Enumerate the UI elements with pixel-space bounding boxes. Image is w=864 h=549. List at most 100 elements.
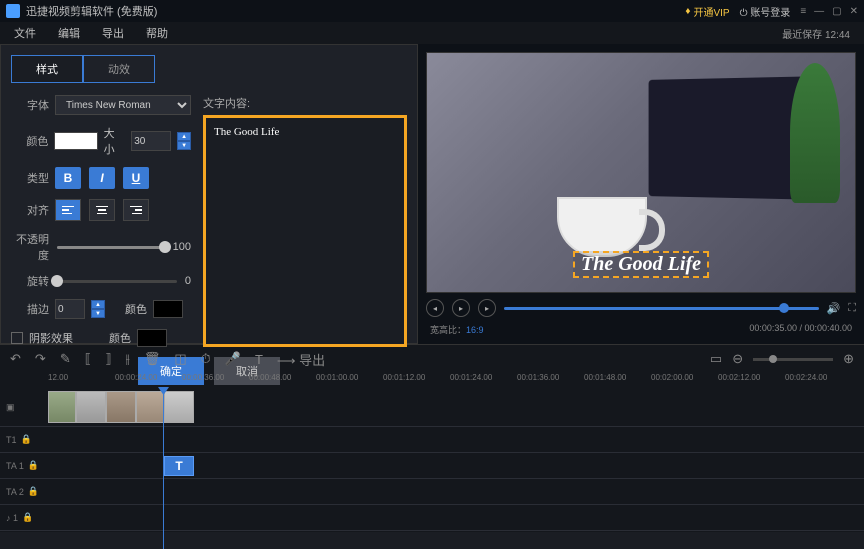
minimize-icon[interactable]: — [814,6,824,17]
menu-icon[interactable]: ≡ [800,6,806,17]
size-label: 大小 [104,125,126,157]
size-down[interactable]: ▼ [177,141,191,150]
align-label: 对齐 [11,202,49,218]
clip-5[interactable] [164,391,194,423]
preview-panel: The Good Life ◂ ▸ ▸ 🔊 ⛶ 宽高比：16:9 00:00:3… [418,44,864,344]
italic-button[interactable]: I [89,167,115,189]
opacity-value: 100 [173,241,191,253]
tab-motion[interactable]: 动效 [83,55,155,83]
timeline-ruler[interactable]: 12.0000:00:24.0000:00:36.0000:00:48.0000… [0,373,864,389]
menu-export[interactable]: 导出 [102,25,124,41]
color-label: 颜色 [11,133,48,149]
voice-icon[interactable]: 🎤 [225,351,241,367]
size-input[interactable] [131,131,171,151]
bold-button[interactable]: B [55,167,81,189]
cut-start-icon[interactable]: ⟦ [85,351,91,367]
type-label: 类型 [11,170,49,186]
rotate-value: 0 [185,275,191,287]
opacity-label: 不透明度 [11,231,49,263]
next-button[interactable]: ▸ [478,299,496,317]
lock-icon[interactable]: 🔒 [21,434,32,445]
menu-help[interactable]: 帮助 [146,25,168,41]
ratio-label: 宽高比： [430,325,466,335]
menu-file[interactable]: 文件 [14,25,36,41]
stroke-up[interactable]: ▲ [91,300,105,309]
vip-button[interactable]: ♦ 开通VIP [685,4,729,19]
clip-3[interactable] [106,391,136,423]
stroke-input[interactable] [55,299,85,319]
ratio-value[interactable]: 16:9 [466,325,484,335]
delete-icon[interactable]: 🗑 [144,351,161,367]
text-content-label: 文字内容: [203,95,407,111]
clip-1[interactable] [48,391,76,423]
track-t1[interactable]: T1🔒 [0,427,864,453]
timeline: ↶ ↷ ✎ ⟦ ⟧ ⫲ 🗑 ◫ ⏱ 🎤 T ⟶ 导出 ▭ ⊖ ⊕ 12.0000… [0,344,864,532]
speed-icon[interactable]: ⏱ [201,351,211,367]
align-right-button[interactable] [123,199,149,221]
font-select[interactable]: Times New Roman [55,95,191,115]
tab-style[interactable]: 样式 [11,55,83,83]
size-up[interactable]: ▲ [177,132,191,141]
track-music[interactable]: ♪ 1🔒 [0,505,864,531]
text-content-box[interactable]: The Good Life [203,115,407,347]
clip-4[interactable] [136,391,164,423]
titlebar: 迅捷视频剪辑软件 (免费版) ♦ 开通VIP ⏻ 账号登录 ≡ — ▢ ✕ [0,0,864,22]
fullscreen-icon[interactable]: ⛶ [848,302,856,315]
text-content-value[interactable]: The Good Life [214,126,396,138]
view-icon[interactable]: ▭ [710,351,722,367]
text-icon[interactable]: T [255,352,263,367]
align-center-button[interactable] [89,199,115,221]
app-icon [6,4,20,18]
prev-button[interactable]: ◂ [426,299,444,317]
close-icon[interactable]: ✕ [850,6,858,17]
export-button[interactable]: ⟶ 导出 [277,350,325,369]
redo-icon[interactable]: ↷ [35,351,46,367]
lock-icon[interactable]: 🔒 [22,512,33,523]
shadow-label: 阴影效果 [29,330,73,346]
volume-icon[interactable]: 🔊 [827,302,841,315]
menu-edit[interactable]: 编辑 [58,25,80,41]
crop-icon[interactable]: ◫ [174,351,186,367]
app-title: 迅捷视频剪辑软件 (免费版) [26,3,157,19]
lock-icon[interactable]: 🔒 [28,486,39,497]
rotate-slider[interactable] [57,280,177,283]
edit-icon[interactable]: ✎ [60,351,71,367]
zoom-slider[interactable] [753,358,833,361]
text-properties-panel: 样式 动效 字体 Times New Roman 颜色 大小 ▲▼ 类型 [0,44,418,344]
underline-button[interactable]: U [123,167,149,189]
time-display: 00:00:35.00 / 00:00:40.00 [749,323,852,336]
playhead[interactable] [163,389,164,549]
text-overlay[interactable]: The Good Life [573,251,709,278]
maximize-icon[interactable]: ▢ [832,6,841,17]
play-button[interactable]: ▸ [452,299,470,317]
stroke-color-label: 颜色 [125,301,147,317]
stroke-color-swatch[interactable] [153,300,183,318]
track-ta1[interactable]: TA 1🔒 T [0,453,864,479]
zoom-out-icon[interactable]: ⊖ [732,351,743,367]
video-track-icon: ▣ [6,402,15,413]
stroke-label: 描边 [11,301,49,317]
text-clip[interactable]: T [164,456,194,476]
progress-bar[interactable] [504,307,819,310]
stroke-down[interactable]: ▼ [91,309,105,318]
undo-icon[interactable]: ↶ [10,351,21,367]
zoom-in-icon[interactable]: ⊕ [843,351,854,367]
shadow-color-swatch[interactable] [137,329,167,347]
login-button[interactable]: ⏻ 账号登录 [740,4,791,19]
clip-2[interactable] [76,391,106,423]
align-left-button[interactable] [55,199,81,221]
lock-icon[interactable]: 🔒 [28,460,39,471]
split-icon[interactable]: ⫲ [126,351,130,367]
shadow-color-label: 颜色 [109,330,131,346]
preview-cup [557,197,647,257]
track-ta2[interactable]: TA 2🔒 [0,479,864,505]
video-track[interactable]: ▣ [0,389,864,427]
font-label: 字体 [11,97,49,113]
text-color-swatch[interactable] [54,132,97,150]
preview-plant [790,63,840,203]
rotate-label: 旋转 [11,273,49,289]
opacity-slider[interactable] [57,246,165,249]
video-preview[interactable]: The Good Life [426,52,856,293]
cut-end-icon[interactable]: ⟧ [105,351,111,367]
shadow-checkbox[interactable] [11,332,23,344]
